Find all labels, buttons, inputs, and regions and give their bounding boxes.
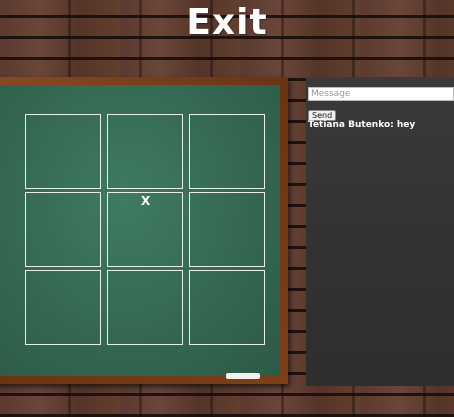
board-cell-8[interactable] <box>107 270 183 345</box>
board-cell-1[interactable] <box>25 114 101 189</box>
board-cell-3[interactable] <box>189 114 265 189</box>
chat-message-text: hey <box>396 120 416 130</box>
chalk-piece <box>226 373 260 379</box>
chat-log: Tetiana Butenko: hey <box>308 120 452 130</box>
chalkboard-frame: X <box>0 77 288 384</box>
board-cell-9[interactable] <box>189 270 265 345</box>
board-cell-6[interactable] <box>189 192 265 267</box>
board-cell-2[interactable] <box>107 114 183 189</box>
chat-message-author: Tetiana Butenko <box>308 120 391 130</box>
chat-message: Tetiana Butenko: hey <box>308 120 416 130</box>
board-cell-5[interactable]: X <box>107 192 183 267</box>
chat-panel: Send Tetiana Butenko: hey <box>306 77 454 386</box>
message-input[interactable] <box>308 87 454 101</box>
exit-button[interactable]: Exit <box>0 2 454 43</box>
cell-mark: X <box>141 194 151 208</box>
chalkboard: X <box>0 85 280 379</box>
board-cell-4[interactable] <box>25 192 101 267</box>
board-cell-7[interactable] <box>25 270 101 345</box>
tic-tac-toe-grid: X <box>25 114 265 345</box>
